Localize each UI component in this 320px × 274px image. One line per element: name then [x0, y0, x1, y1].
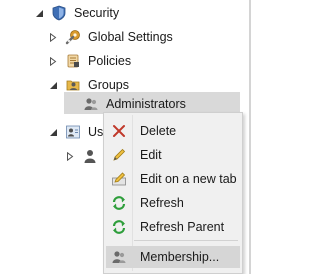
- expand-triangle-icon[interactable]: [47, 31, 59, 43]
- tree-node-label: Policies: [88, 54, 132, 68]
- menu-item-delete[interactable]: Delete: [106, 120, 240, 142]
- menu-item-label: Edit on a new tab: [140, 172, 237, 186]
- user-group-icon: [84, 98, 98, 110]
- collapse-triangle-icon[interactable]: [47, 126, 59, 138]
- menu-item-label: Refresh Parent: [140, 220, 225, 234]
- tree-node-label: Administrators: [106, 97, 186, 111]
- groups-icon: [66, 80, 80, 91]
- refresh-parent-icon: [112, 220, 126, 234]
- tree-node-security[interactable]: Security: [33, 2, 121, 24]
- menu-item-edit[interactable]: Edit: [106, 144, 240, 166]
- menu-item-label: Edit: [140, 148, 162, 162]
- context-menu: Delete Edit Edit on a new tab Refresh Re…: [103, 112, 243, 274]
- collapse-triangle-icon[interactable]: [47, 79, 59, 91]
- menu-item-refresh-parent[interactable]: Refresh Parent: [106, 216, 240, 238]
- menu-item-edit-new-tab[interactable]: Edit on a new tab: [106, 168, 240, 190]
- menu-item-membership[interactable]: Membership...: [106, 246, 240, 268]
- tree-node-user-child[interactable]: [64, 145, 107, 167]
- menu-item-label: Membership...: [140, 250, 220, 264]
- tree-node-global-settings[interactable]: Global Settings: [47, 26, 175, 48]
- menu-separator: [134, 240, 238, 241]
- tree-node-label: Groups: [88, 78, 129, 92]
- users-icon: [66, 125, 80, 139]
- edit-icon: [113, 148, 126, 161]
- security-tree-panel: Security Global Settings Policies Groups…: [0, 0, 251, 274]
- shield-icon: [52, 5, 66, 21]
- collapse-triangle-icon[interactable]: [33, 7, 45, 19]
- panel-border: [249, 0, 251, 274]
- user-icon: [84, 150, 96, 163]
- menu-item-label: Delete: [140, 124, 177, 138]
- tree-node-policies[interactable]: Policies: [47, 50, 133, 72]
- menu-item-refresh[interactable]: Refresh: [106, 192, 240, 214]
- tree-node-label: Global Settings: [88, 30, 173, 44]
- membership-icon: [112, 251, 126, 263]
- refresh-icon: [112, 196, 126, 210]
- expand-triangle-icon[interactable]: [47, 55, 59, 67]
- expand-triangle-icon[interactable]: [64, 150, 76, 162]
- edit-new-tab-icon: [112, 172, 126, 186]
- tree-node-label: Security: [74, 6, 120, 20]
- policies-icon: [67, 54, 79, 68]
- menu-item-label: Refresh: [140, 196, 184, 210]
- global-settings-icon: [65, 30, 80, 45]
- delete-icon: [113, 125, 125, 137]
